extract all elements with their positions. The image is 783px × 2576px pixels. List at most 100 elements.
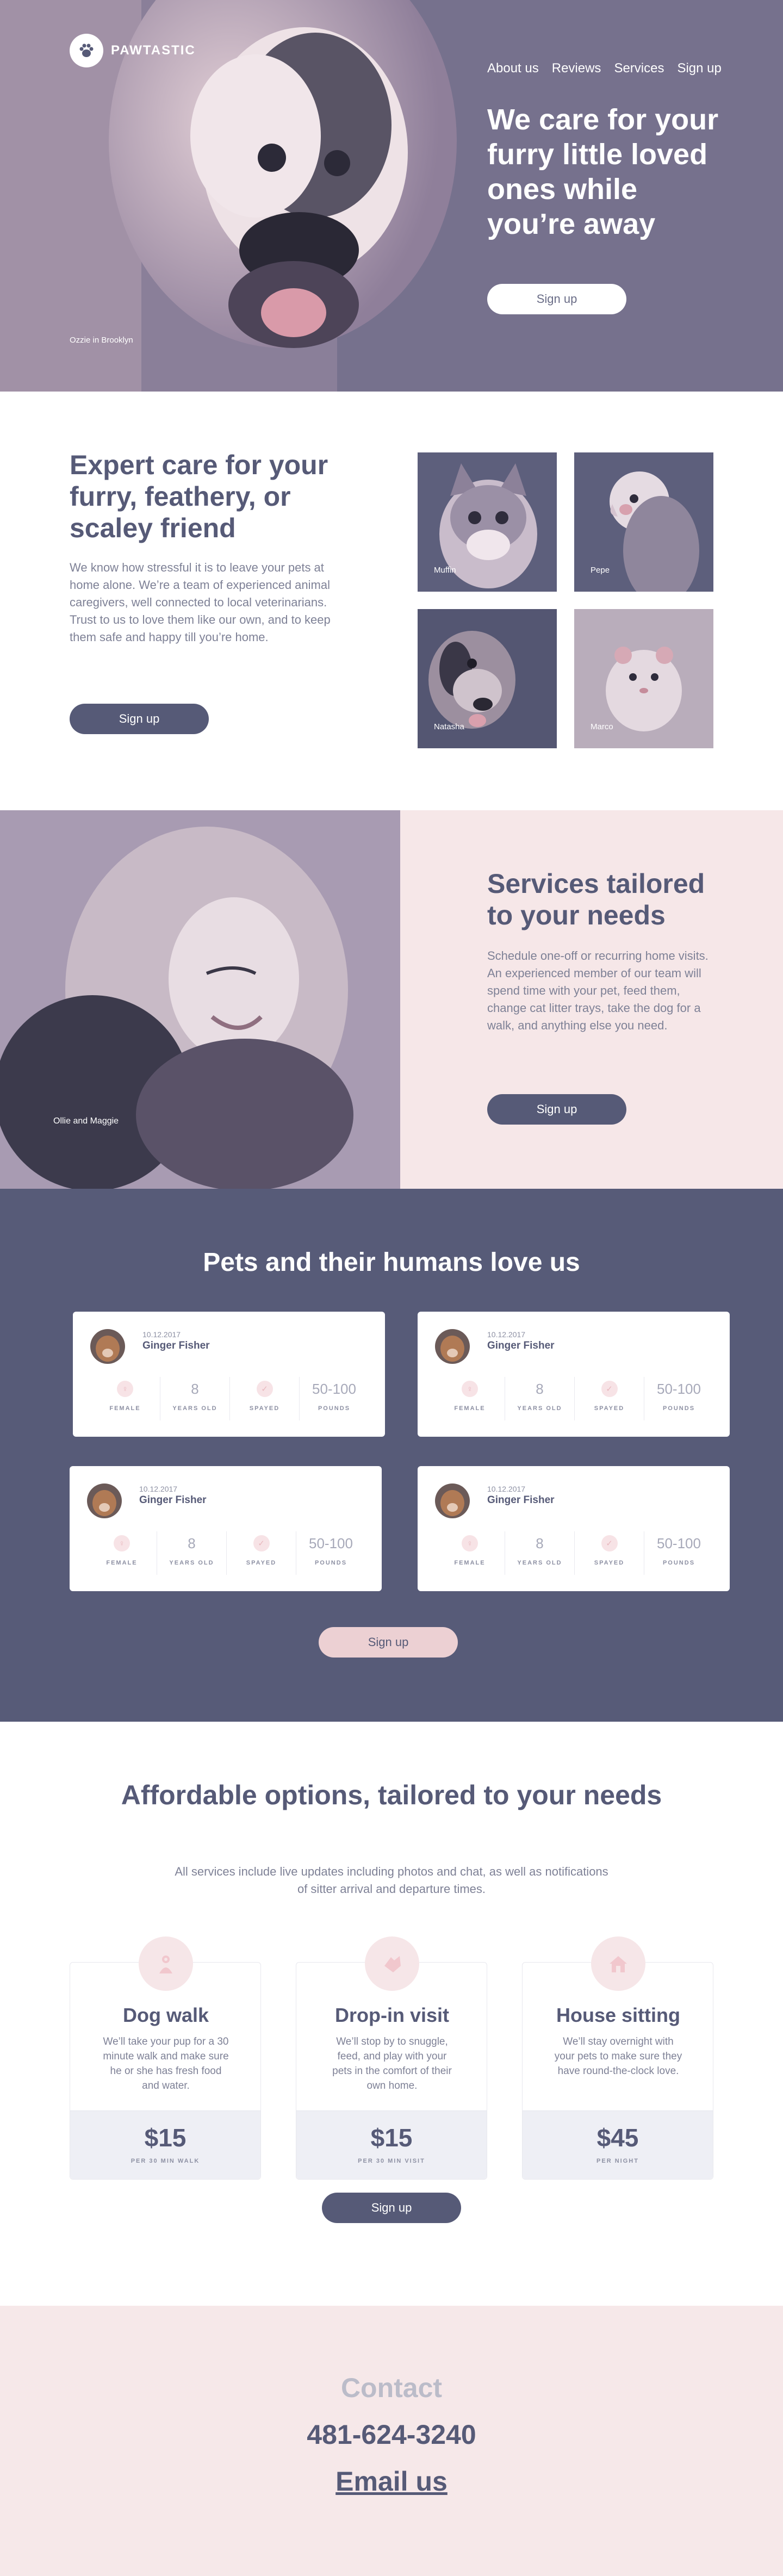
review-date: 10.12.2017: [142, 1330, 181, 1339]
pet-stats: ♀ FEMALE 8 YEARS OLD ✓ SPAYED 50-100 POUNDS: [90, 1377, 369, 1420]
tailored-title: Services tailored to your needs: [487, 868, 705, 930]
stat-spayed: ✓ SPAYED: [229, 1377, 299, 1420]
pet-name-pepe: Pepe: [591, 566, 610, 575]
pet-stats: ♀ FEMALE 8 YEARS OLD ✓ SPAYED 50-100 POUNDS: [435, 1531, 713, 1575]
stat-spayed: ✓ SPAYED: [226, 1531, 296, 1575]
pricing-subtitle: All services include live updates includ…: [175, 1865, 608, 1896]
plan-price: $15: [370, 2124, 413, 2152]
avatar: [90, 1329, 125, 1364]
stat-female: ♀ FEMALE: [87, 1531, 157, 1575]
paw-logo-icon: [70, 34, 103, 67]
woman-with-dog-photo: Ollie and Maggie: [0, 810, 400, 1189]
nav-reviews[interactable]: Reviews: [552, 61, 601, 76]
brand-logo[interactable]: PAWTASTIC: [70, 34, 196, 67]
contact-title: Contact: [340, 2373, 443, 2403]
female-icon: ♀: [117, 1381, 133, 1397]
plan-description: We’ll stop by to snuggle, feed, and play…: [332, 2036, 452, 2091]
plan-name: Drop-in visit: [334, 2004, 449, 2026]
house-icon: [591, 1936, 645, 1991]
plan-card-house-sitting: House sitting We’ll stay overnight with …: [522, 1936, 713, 2180]
expert-care-section: Expert care for your furry, feathery, or…: [0, 392, 783, 810]
stat-spayed: ✓ SPAYED: [574, 1377, 644, 1420]
nav-services[interactable]: Services: [614, 61, 664, 76]
hero-section: PAWTASTIC About us Reviews Services Sign…: [0, 0, 783, 392]
check-icon: ✓: [253, 1535, 270, 1551]
plan-description: We’ll stay overnight with your pets to m…: [554, 2036, 682, 2077]
pricing-section: Affordable options, tailored to your nee…: [0, 1722, 783, 2306]
review-card: 10.12.2017 Ginger Fisher ♀ FEMALE 8 YEARS …: [418, 1466, 730, 1591]
reviewer-name: Ginger Fisher: [142, 1340, 210, 1351]
price-box: $15 PER 30 MIN VISIT: [296, 2111, 487, 2179]
expert-sign-up-button[interactable]: Sign up: [70, 704, 209, 734]
plan-card-drop-in-visit: Drop-in visit We’ll stop by to snuggle, …: [296, 1936, 487, 2180]
plan-card-dog-walk: Dog walk We’ll take your pup for a 30 mi…: [70, 1936, 261, 2180]
stat-spayed: ✓ SPAYED: [574, 1531, 644, 1575]
reviews-section: Pets and their humans love us 10.12.2017…: [0, 1189, 783, 1722]
hero-title: We care for your furry little loved ones…: [487, 103, 719, 240]
reviews-sign-up-button[interactable]: Sign up: [319, 1627, 458, 1658]
reviewer-name: Ginger Fisher: [487, 1494, 555, 1506]
plan-name: Dog walk: [122, 2004, 209, 2026]
main-nav: About us Reviews Services Sign up: [487, 61, 722, 76]
stat-age: 8 YEARS OLD: [160, 1377, 229, 1420]
expert-body: We know how stressful it is to leave you…: [70, 561, 331, 644]
plan-unit: PER 30 MIN WALK: [130, 2158, 200, 2164]
pricing-sign-up-button[interactable]: Sign up: [322, 2193, 461, 2223]
price-box: $15 PER 30 MIN WALK: [70, 2111, 260, 2179]
check-icon: ✓: [601, 1535, 618, 1551]
pricing-title-text: Affordable options, tailored to your nee…: [121, 1780, 662, 1810]
pet-name-natasha: Natasha: [434, 722, 464, 731]
pricing-title: Affordable options, tailored to your nee…: [0, 1779, 783, 1811]
avatar: [435, 1483, 470, 1518]
plan-name: House sitting: [556, 2004, 680, 2026]
review-date: 10.12.2017: [487, 1485, 526, 1493]
tailored-photo-caption: Ollie and Maggie: [53, 1116, 119, 1126]
plan-unit: PER NIGHT: [596, 2158, 639, 2164]
contact-section: Contact 481-624-3240 Email us: [0, 2306, 783, 2576]
nav-sign-up[interactable]: Sign up: [677, 61, 721, 76]
brand-name: PAWTASTIC: [111, 43, 196, 58]
reviews-title: Pets and their humans love us: [203, 1248, 580, 1277]
pet-photo-pepe: Pepe: [574, 452, 713, 592]
contact-email-link[interactable]: Email us: [0, 2466, 783, 2497]
stat-weight: 50-100 POUNDS: [644, 1531, 713, 1575]
expert-title: Expert care for your furry, feathery, or…: [70, 450, 328, 543]
reviewer-name: Ginger Fisher: [487, 1340, 555, 1351]
pet-photo-marco: Marco: [574, 609, 713, 748]
check-icon: ✓: [601, 1381, 618, 1397]
dog-walk-icon: [139, 1936, 193, 1991]
pet-name-muffin: Muffin: [434, 566, 456, 575]
tailored-sign-up-button[interactable]: Sign up: [487, 1094, 626, 1125]
avatar: [435, 1329, 470, 1364]
stat-weight: 50-100 POUNDS: [299, 1377, 369, 1420]
nav-about-us[interactable]: About us: [487, 61, 539, 76]
stat-age: 8 YEARS OLD: [505, 1377, 574, 1420]
hero-sign-up-button[interactable]: Sign up: [487, 284, 626, 314]
review-date: 10.12.2017: [487, 1330, 526, 1339]
review-date: 10.12.2017: [139, 1485, 178, 1493]
plan-unit: PER 30 MIN VISIT: [358, 2158, 425, 2164]
plan-price: $15: [144, 2124, 187, 2152]
review-card: 10.12.2017 Ginger Fisher ♀ FEMALE 8 YEARS …: [70, 1466, 382, 1591]
plan-description: We’ll take your pup for a 30 minute walk…: [103, 2036, 229, 2091]
pet-name-marco: Marco: [591, 722, 613, 731]
paw-hand-icon: [365, 1936, 419, 1991]
pet-stats: ♀ FEMALE 8 YEARS OLD ✓ SPAYED 50-100 POUNDS: [435, 1377, 713, 1420]
female-icon: ♀: [462, 1535, 478, 1551]
plan-price: $45: [596, 2124, 639, 2152]
stat-female: ♀ FEMALE: [90, 1377, 160, 1420]
stat-weight: 50-100 POUNDS: [296, 1531, 365, 1575]
stat-weight: 50-100 POUNDS: [644, 1377, 713, 1420]
pet-photo-natasha: Natasha: [418, 609, 557, 748]
tailored-body: Schedule one-off or recurring home visit…: [487, 949, 709, 1032]
review-card: 10.12.2017 Ginger Fisher ♀ FEMALE 8 YEARS …: [73, 1312, 385, 1437]
review-card: 10.12.2017 Ginger Fisher ♀ FEMALE 8 YEARS …: [418, 1312, 730, 1437]
stat-female: ♀ FEMALE: [435, 1531, 505, 1575]
contact-phone-link[interactable]: 481-624-3240: [0, 2419, 783, 2450]
reviewer-name: Ginger Fisher: [139, 1494, 207, 1506]
avatar: [87, 1483, 122, 1518]
pet-stats: ♀ FEMALE 8 YEARS OLD ✓ SPAYED 50-100 POUNDS: [87, 1531, 365, 1575]
pet-photo-muffin: Muffin: [418, 452, 557, 592]
stat-female: ♀ FEMALE: [435, 1377, 505, 1420]
stat-age: 8 YEARS OLD: [157, 1531, 226, 1575]
